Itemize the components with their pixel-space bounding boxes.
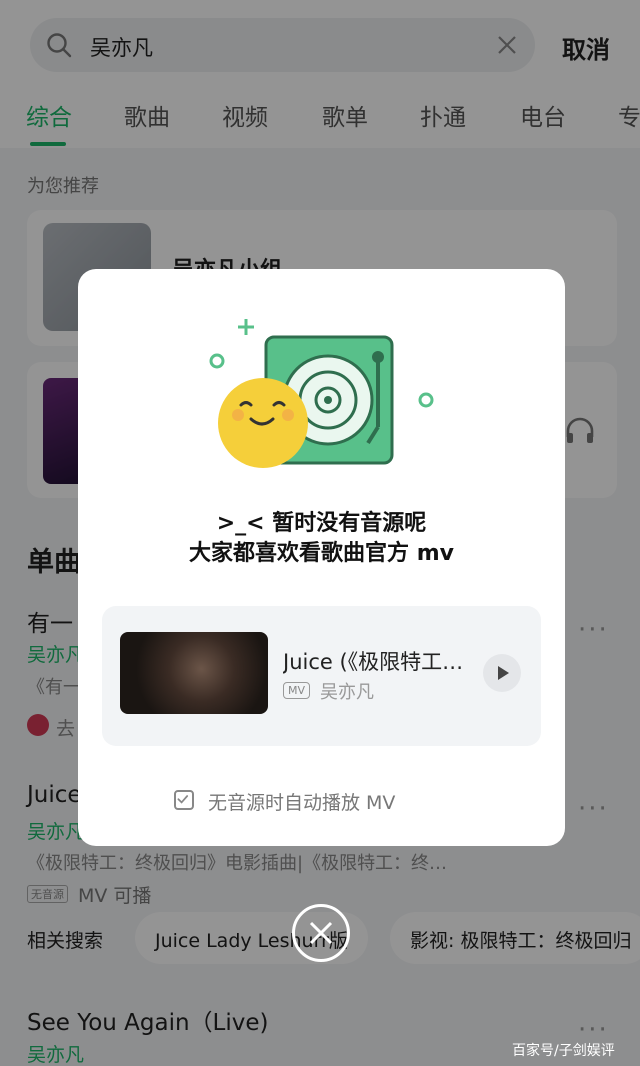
watermark: 百家号/子剑娱评 bbox=[512, 1043, 615, 1059]
turntable-illustration bbox=[209, 319, 434, 468]
mv-badge: MV bbox=[283, 682, 311, 699]
auto-play-label: 无音源时自动播放 MV bbox=[208, 792, 396, 814]
dialog-message-line1: >_< 暂时没有音源呢 bbox=[216, 511, 427, 536]
dialog-message-line2: 大家都喜欢看歌曲官方 mv bbox=[189, 541, 454, 566]
no-source-dialog: >_< 暂时没有音源呢 大家都喜欢看歌曲官方 mv Juice (《极限特工：终… bbox=[78, 269, 565, 846]
close-icon bbox=[309, 921, 333, 945]
mv-thumbnail bbox=[120, 632, 268, 714]
close-dialog-button[interactable] bbox=[292, 904, 350, 962]
auto-play-checkbox[interactable] bbox=[174, 790, 194, 810]
play-button[interactable] bbox=[483, 654, 521, 692]
mv-title: Juice (《极限特工：终极回归》 bbox=[283, 650, 483, 674]
mv-artist: 吴亦凡 bbox=[320, 682, 374, 703]
mv-recommendation-card[interactable]: Juice (《极限特工：终极回归》 MV 吴亦凡 bbox=[102, 606, 541, 746]
check-icon bbox=[177, 795, 189, 804]
